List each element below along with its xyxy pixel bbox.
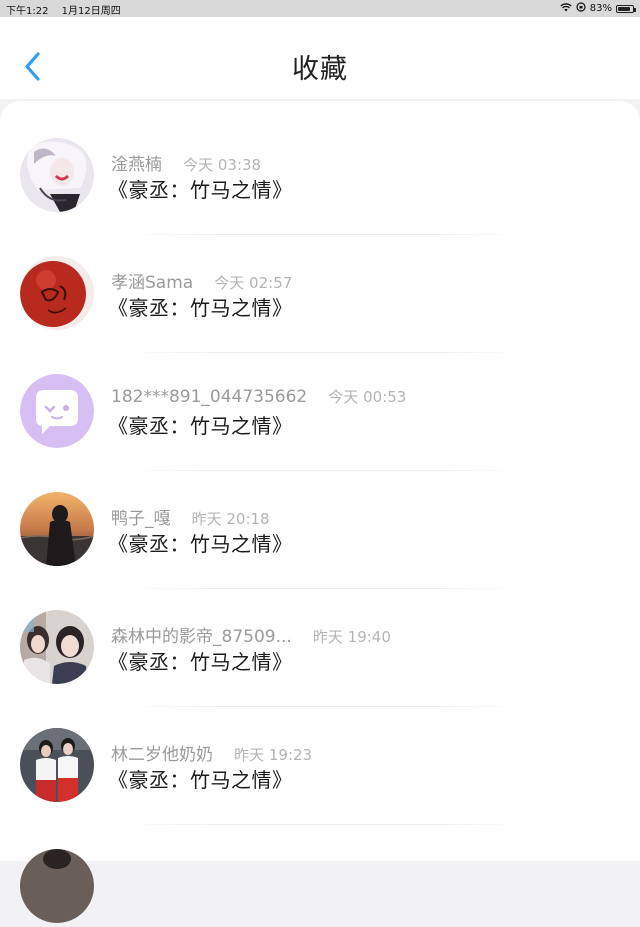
item-title[interactable]: 《豪丞：竹马之情》: [108, 292, 293, 321]
user-name: 淦燕楠: [111, 155, 162, 175]
timestamp: 今天 03:38: [183, 156, 262, 174]
list-item[interactable]: 孝涵Sama 今天 02:57 《豪丞：竹马之情》: [0, 219, 640, 337]
list-item[interactable]: 淦燕楠 今天 03:38 《豪丞：竹马之情》: [0, 101, 640, 219]
avatar[interactable]: [20, 138, 94, 212]
page-title: 收藏: [292, 54, 348, 85]
avatar[interactable]: [20, 256, 94, 330]
avatar[interactable]: [20, 849, 94, 923]
user-name: 林二岁他奶奶: [111, 745, 213, 765]
status-time: 下午1:22: [6, 6, 49, 17]
timestamp: 昨天 20:18: [191, 510, 270, 528]
meta-line: 鸭子_嘎 昨天 20:18: [111, 504, 270, 529]
timestamp: 昨天 19:40: [312, 628, 391, 646]
avatar[interactable]: [20, 374, 94, 448]
meta-line: 林二岁他奶奶 昨天 19:23: [111, 740, 312, 765]
list-item[interactable]: 182***891_044735662 今天 00:53 《豪丞：竹马之情》: [0, 337, 640, 455]
avatar[interactable]: [20, 610, 94, 684]
wifi-icon: [560, 2, 572, 15]
timestamp: 昨天 19:23: [234, 746, 313, 764]
item-title[interactable]: 《豪丞：竹马之情》: [108, 174, 293, 203]
user-name: 孝涵Sama: [111, 273, 194, 293]
battery-icon: [616, 4, 636, 13]
orientation-lock-icon: [576, 2, 586, 15]
avatar[interactable]: [20, 728, 94, 802]
list-item[interactable]: 鸭子_嘎 昨天 20:18 《豪丞：竹马之情》: [0, 455, 640, 573]
battery-percent: 83%: [589, 3, 612, 14]
status-date: 1月12日周四: [61, 6, 121, 17]
status-bar: 下午1:22 1月12日周四 83%: [0, 0, 640, 17]
meta-line: 淦燕楠 今天 03:38: [111, 150, 261, 175]
item-title[interactable]: 《豪丞：竹马之情》: [108, 764, 293, 793]
avatar[interactable]: [20, 492, 94, 566]
status-left: 下午1:22 1月12日周四: [6, 2, 121, 17]
chat-bubble-icon: [20, 374, 94, 448]
item-title[interactable]: 《豪丞：竹马之情》: [108, 528, 293, 557]
meta-line: 孝涵Sama 今天 02:57: [111, 268, 292, 293]
user-name: 鸭子_嘎: [111, 509, 171, 529]
item-title[interactable]: 《豪丞：竹马之情》: [108, 646, 293, 675]
list-item-partial[interactable]: [0, 809, 640, 927]
nav-bar: 收藏: [0, 17, 640, 99]
favorites-list: 淦燕楠 今天 03:38 《豪丞：竹马之情》 孝涵Sama 今天 02:57 《…: [0, 101, 640, 923]
list-item[interactable]: 森林中的影帝_87509... 昨天 19:40 《豪丞：竹马之情》: [0, 573, 640, 691]
list-item[interactable]: 林二岁他奶奶 昨天 19:23 《豪丞：竹马之情》: [0, 691, 640, 809]
status-right: 83%: [560, 2, 636, 15]
meta-line: 森林中的影帝_87509... 昨天 19:40: [111, 622, 391, 647]
timestamp: 今天 00:53: [328, 388, 407, 406]
meta-line: 182***891_044735662 今天 00:53: [111, 386, 406, 407]
item-title[interactable]: 《豪丞：竹马之情》: [108, 410, 293, 439]
user-name: 森林中的影帝_87509...: [111, 627, 292, 647]
timestamp: 今天 02:57: [214, 274, 293, 292]
user-name: 182***891_044735662: [111, 387, 308, 407]
battery-fill: [618, 6, 630, 11]
